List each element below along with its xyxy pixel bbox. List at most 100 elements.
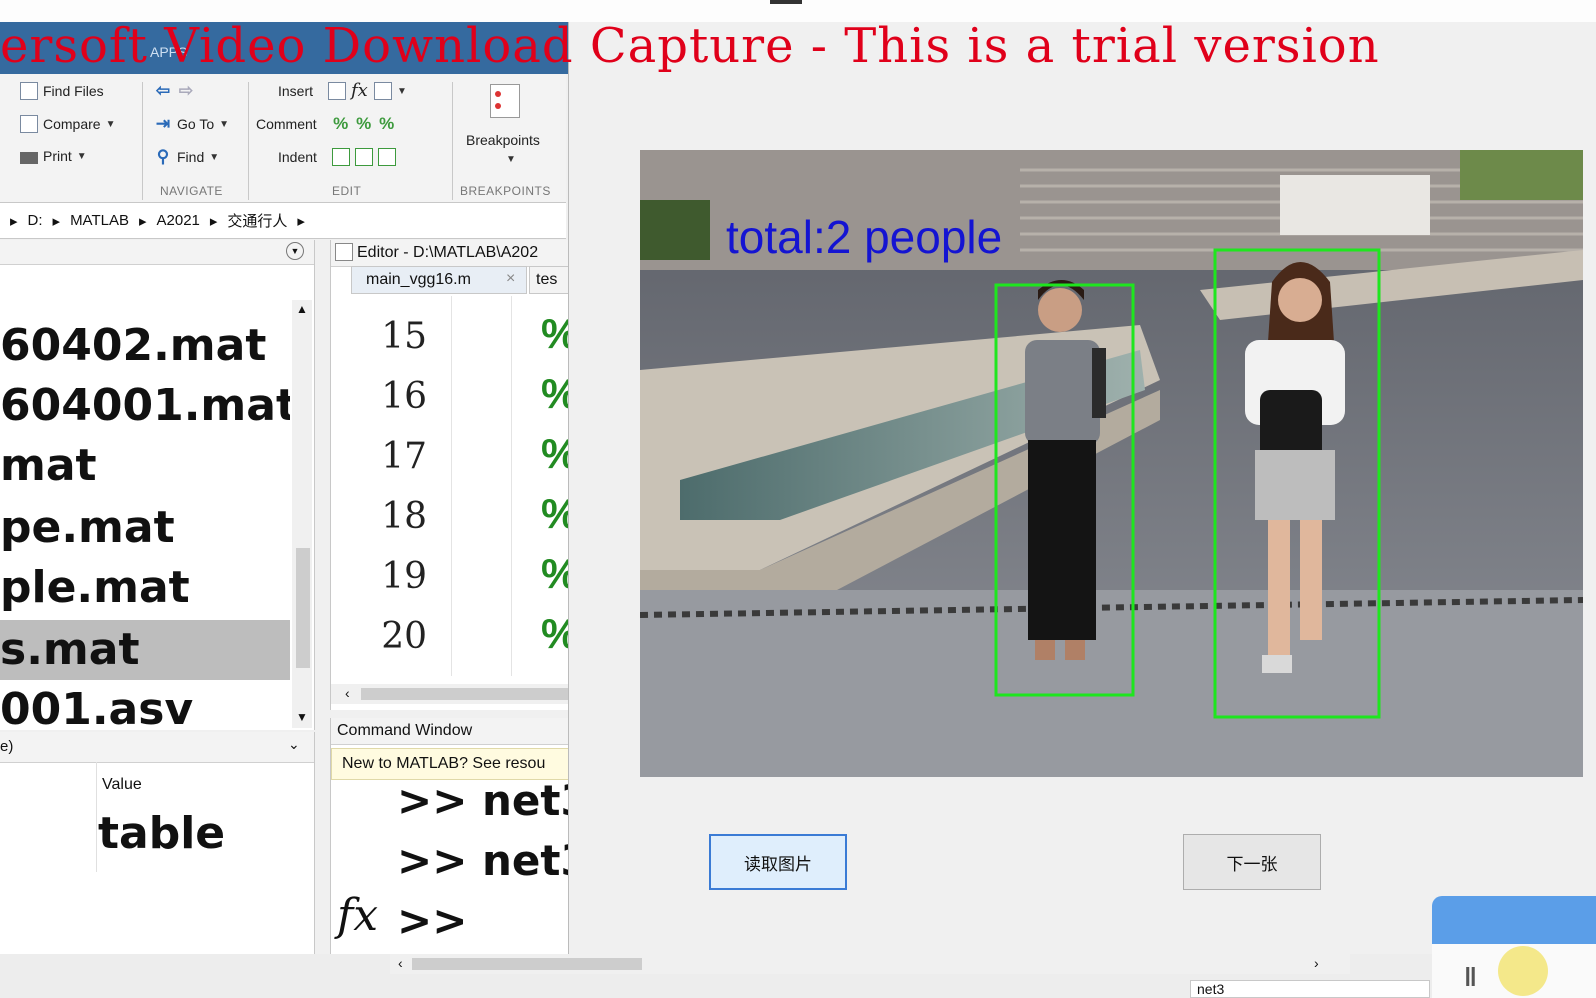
indent-button[interactable]: Indent: [278, 148, 396, 166]
find-button[interactable]: ⚲ Find ▼: [154, 148, 219, 166]
scrollbar-thumb[interactable]: [412, 958, 642, 970]
increase-indent-icon[interactable]: [354, 148, 373, 166]
editor-icon: [335, 243, 353, 261]
breakpoints-icon[interactable]: [490, 84, 520, 118]
detection-count-label: total:2 people: [726, 211, 1003, 263]
editor-title-bar: Editor - D:\MATLAB\A202: [331, 240, 571, 267]
trial-watermark: ersoft Video Download Capture - This is …: [0, 18, 1380, 74]
insert-button[interactable]: Insert fx ▼: [278, 82, 407, 100]
breadcrumb-chevron-icon: ▸: [209, 212, 218, 230]
go-to-dropdown-icon[interactable]: ▼: [219, 119, 229, 130]
print-label: Print: [43, 148, 72, 164]
recorder-controls: ‖: [1432, 944, 1596, 998]
pause-icon[interactable]: ‖: [1464, 962, 1477, 993]
command-prompt[interactable]: >>: [397, 896, 467, 945]
go-to-icon: ⇥: [155, 114, 171, 133]
breakpoints-dropdown-icon[interactable]: ▼: [506, 154, 516, 165]
gutter-divider: [451, 296, 452, 676]
compare-icon: [20, 115, 38, 133]
breadcrumb-chevron-icon: ▸: [10, 212, 18, 230]
insert-function-icon[interactable]: [374, 82, 393, 100]
breadcrumb-chevron-icon: ▸: [138, 212, 147, 230]
panel-options-icon[interactable]: ▼: [286, 242, 304, 260]
breadcrumb-segment[interactable]: 交通行人: [227, 210, 287, 231]
file-item[interactable]: 001.asv: [0, 680, 193, 730]
compare-label: Compare: [43, 116, 101, 132]
scroll-left-icon[interactable]: ‹: [398, 955, 403, 971]
wrap-comment-icon[interactable]: %: [378, 115, 396, 133]
file-item-selected[interactable]: s.mat: [0, 620, 290, 680]
line-number: 19: [381, 556, 427, 597]
file-item[interactable]: 60402.mat: [0, 316, 266, 376]
editor-hscrollbar[interactable]: ‹: [331, 684, 571, 704]
line-number: 17: [381, 436, 427, 477]
insert-label: Insert: [278, 83, 314, 99]
breakpoints-button[interactable]: Breakpoints: [466, 132, 540, 148]
go-to-button[interactable]: ⇥ Go To ▼: [154, 115, 229, 133]
indent-label: Indent: [278, 149, 317, 165]
breadcrumb-segment[interactable]: D:: [28, 212, 43, 229]
variable-field-label: net3: [1197, 981, 1225, 997]
compare-button[interactable]: Compare ▼: [20, 115, 116, 133]
tab-main-vgg16[interactable]: main_vgg16.m ×: [351, 266, 527, 294]
read-image-label: 读取图片: [744, 854, 812, 874]
find-dropdown-icon[interactable]: ▼: [209, 152, 219, 163]
uncomment-icon[interactable]: %: [355, 115, 373, 133]
navigate-section-label: NAVIGATE: [160, 184, 223, 198]
scroll-down-icon[interactable]: ▼: [296, 710, 308, 724]
current-folder-bar[interactable]: ▸ D: ▸ MATLAB ▸ A2021 ▸ 交通行人 ▸: [0, 203, 566, 239]
comment-label: Comment: [256, 116, 317, 132]
window-handle[interactable]: [770, 0, 802, 4]
file-list: 60402.mat 604001.mat mat pe.mat ple.mat …: [0, 302, 290, 730]
ribbon-separator: [248, 82, 249, 200]
file-item[interactable]: 604001.mat: [0, 376, 290, 436]
scrollbar-thumb[interactable]: [361, 688, 571, 700]
comment-button[interactable]: Comment % % %: [256, 115, 396, 133]
compare-dropdown-icon[interactable]: ▼: [106, 119, 116, 130]
variable-field[interactable]: net3: [1190, 980, 1430, 998]
bottom-hscrollbar[interactable]: ‹ ›: [390, 954, 1350, 974]
back-forward-buttons[interactable]: ⇦ ⇨: [154, 82, 195, 100]
close-tab-icon[interactable]: ×: [506, 270, 515, 288]
insert-section-icon[interactable]: [328, 82, 347, 100]
find-files-icon: [20, 82, 38, 100]
workspace-header: e) ⌄: [0, 732, 314, 763]
breadcrumb-chevron-icon: ▸: [297, 212, 305, 230]
scrollbar-thumb[interactable]: [296, 548, 310, 668]
edit-section-label: EDIT: [332, 184, 362, 198]
smart-indent-icon[interactable]: [331, 148, 350, 166]
decrease-indent-icon[interactable]: [377, 148, 396, 166]
breadcrumb-segment[interactable]: A2021: [157, 212, 200, 229]
next-image-button[interactable]: 下一张: [1183, 834, 1321, 890]
value-column-header[interactable]: Value: [102, 776, 142, 794]
file-item[interactable]: ple.mat: [0, 558, 190, 618]
workspace-header-label: e): [0, 738, 14, 755]
fx-icon[interactable]: fx: [351, 82, 369, 100]
line-number: 15: [381, 316, 427, 357]
code-area[interactable]: 15 16 17 18 19 20 % % % % % %: [331, 296, 578, 676]
scroll-up-icon[interactable]: ▲: [296, 302, 308, 316]
forward-arrow-icon[interactable]: ⇨: [177, 82, 195, 100]
insert-dropdown-icon[interactable]: ▼: [397, 86, 407, 97]
read-image-button[interactable]: 读取图片: [709, 834, 847, 890]
back-arrow-icon[interactable]: ⇦: [154, 82, 172, 100]
file-item[interactable]: mat: [0, 436, 97, 496]
scroll-left-icon[interactable]: ‹: [345, 685, 350, 701]
tab-tes[interactable]: tes: [529, 266, 571, 294]
printer-icon: [20, 151, 38, 164]
breadcrumb-segment[interactable]: MATLAB: [70, 212, 129, 229]
fx-icon[interactable]: fx: [337, 890, 378, 941]
scroll-right-icon[interactable]: ›: [1314, 955, 1319, 971]
recorder-widget[interactable]: ‖: [1432, 896, 1596, 998]
file-item[interactable]: pe.mat: [0, 498, 175, 558]
find-files-button[interactable]: Find Files: [20, 82, 104, 100]
bottom-area: ‹ › net3 ‖: [0, 896, 1596, 998]
comment-icon[interactable]: %: [332, 115, 350, 133]
command-window: Command Window New to MATLAB? See resou …: [330, 718, 590, 978]
chevron-down-icon[interactable]: ⌄: [288, 736, 300, 753]
workspace-value[interactable]: table: [98, 808, 225, 859]
line-number: 16: [381, 376, 427, 417]
print-dropdown-icon[interactable]: ▼: [77, 151, 87, 162]
line-number: 20: [381, 616, 427, 657]
print-button[interactable]: Print ▼: [20, 148, 87, 164]
